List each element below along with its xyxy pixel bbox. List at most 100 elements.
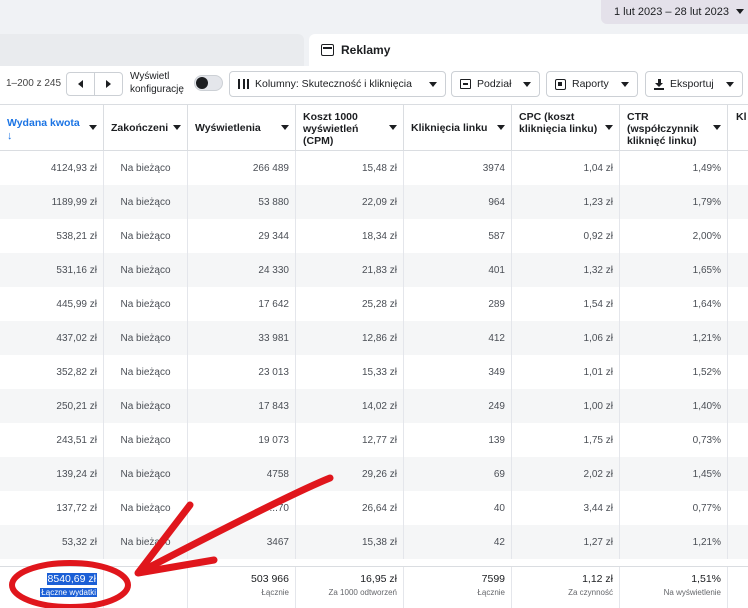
table-row[interactable]: 531,16 zł Na bieżąco 24 330 21,83 zł 401 1,32… [0,253,748,287]
reports-button[interactable]: Raporty [546,71,638,97]
cell-cpm: 15,48 zł [296,151,404,185]
cell-ctr: 1,45% [620,457,728,491]
col-header-cpm[interactable]: Koszt 1000 wyświetleń (CPM) [296,105,404,151]
columns-button-label: Kolumny: Skuteczność i kliknięcia [255,78,412,90]
export-button-label: Eksportuj [670,78,714,90]
col-header-clicks-label: Kliknięcia linku [411,122,488,134]
cell-spend: 4124,93 zł [0,151,104,185]
table-row[interactable]: 1189,99 zł Na bieżąco 53 880 22,09 zł 964 1,2… [0,185,748,219]
config-toggle[interactable] [194,75,223,91]
col-header-ends-label: Zakończeni [111,122,169,134]
cell-ctr: 1,21% [620,321,728,355]
table-row[interactable]: 445,99 zł Na bieżąco 17 642 25,28 zł 289 1,54… [0,287,748,321]
total-spend-value: 8540,69 zł [46,573,97,585]
cell-spend: 538,21 zł [0,219,104,253]
table-row[interactable]: 250,21 zł Na bieżąco 17 843 14,02 zł 249 1,00… [0,389,748,423]
cell-impressions: 23 013 [188,355,296,389]
table-row[interactable]: 137,72 zł Na bieżąco ...70 26,64 zł 40 3,44 z… [0,491,748,525]
cell-cpc: 1,23 zł [512,185,620,219]
total-impressions-value: 503 966 [251,573,289,585]
config-toggle-label: Wyświetl konfigurację [130,71,184,95]
download-icon [654,78,664,90]
chevron-left-icon [78,80,83,88]
cell-spend: 53,32 zł [0,525,104,559]
col-header-ctr[interactable]: CTR (współczynnik kliknięć linku) [620,105,728,151]
table-row[interactable]: 538,21 zł Na bieżąco 29 344 18,34 zł 587 0,92… [0,219,748,253]
table-row[interactable]: 53,32 zł Na bieżąco 3467 15,38 zł 42 1,27 zł 1… [0,525,748,559]
col-header-extra[interactable]: Kl (w [728,105,748,151]
cell-impressions: 266 489 [188,151,296,185]
chevron-down-icon [713,125,721,130]
date-range-label: 1 lut 2023 – 28 lut 2023 [614,6,729,18]
cell-clicks: 42 [404,525,512,559]
col-header-spend[interactable]: Wydana kwota ↓ [0,105,104,151]
chevron-down-icon [605,125,613,130]
table-row[interactable]: 352,82 zł Na bieżąco 23 013 15,33 zł 349 1,01… [0,355,748,389]
total-cpm: 16,95 zł Za 1000 odtworzeń [296,567,404,608]
cell-clicks: 3974 [404,151,512,185]
toggle-knob [196,77,208,89]
chevron-down-icon [389,125,397,130]
total-cpc-value: 1,12 zł [582,573,613,585]
table-row[interactable]: 243,51 zł Na bieżąco 19 073 12,77 zł 139 1,75… [0,423,748,457]
cell-status: Na bieżąco [104,321,188,355]
col-header-cpc-label: CPC (koszt kliknięcia linku) [519,111,598,135]
breakdown-icon [460,79,471,89]
cell-spend: 139,24 zł [0,457,104,491]
cell-status: Na bieżąco [104,253,188,287]
export-button[interactable]: Eksportuj [645,71,743,97]
sort-descending-icon: ↓ [7,130,13,142]
cell-spend: 352,82 zł [0,355,104,389]
cell-ctr: 0,77% [620,491,728,525]
cell-status: Na bieżąco [104,185,188,219]
table-row[interactable]: 4124,93 zł Na bieżąco 266 489 15,48 zł 3974 1… [0,151,748,185]
total-impressions-label: Łącznie [261,588,289,597]
cell-spend: 250,21 zł [0,389,104,423]
chevron-right-icon [106,80,111,88]
cell-status: Na bieżąco [104,423,188,457]
prev-page-button[interactable] [67,73,94,95]
col-header-cpc[interactable]: CPC (koszt kliknięcia linku) [512,105,620,151]
cell-clicks: 349 [404,355,512,389]
cell-clicks: 249 [404,389,512,423]
total-ends [104,567,188,608]
date-range-picker[interactable]: 1 lut 2023 – 28 lut 2023 [601,0,748,24]
cell-cpm: 15,33 zł [296,355,404,389]
cell-impressions: 17 843 [188,389,296,423]
total-cpm-value: 16,95 zł [360,573,397,585]
chevron-down-icon [173,125,181,130]
col-header-spend-label: Wydana kwota [7,117,80,129]
next-page-button[interactable] [94,73,122,95]
table-row[interactable]: 437,02 zł Na bieżąco 33 981 12,86 zł 412 1,06… [0,321,748,355]
total-spend-label: Łączne wydatki [40,588,97,597]
total-ctr-value: 1,51% [691,573,721,585]
table-row[interactable]: 139,24 zł Na bieżąco 4758 29,26 zł 69 2,02 zł… [0,457,748,491]
col-header-extra-label: Kl (w [736,111,748,123]
tab-previous[interactable] [0,34,304,66]
tab-ads[interactable]: Reklamy [309,34,748,66]
cell-status: Na bieżąco [104,355,188,389]
chevron-down-icon [429,82,437,87]
col-header-impressions[interactable]: Wyświetlenia [188,105,296,151]
totals-row: 8540,69 zł Łączne wydatki 503 966 Łączni… [0,566,748,608]
breakdown-button[interactable]: Podział [451,71,540,97]
col-header-clicks[interactable]: Kliknięcia linku [404,105,512,151]
cell-status: Na bieżąco [104,219,188,253]
cell-status: Na bieżąco [104,525,188,559]
ads-icon [321,44,334,56]
cell-cpm: 21,83 zł [296,253,404,287]
cell-cpm: 14,02 zł [296,389,404,423]
cell-impressions: 33 981 [188,321,296,355]
cell-status: Na bieżąco [104,151,188,185]
reports-icon [555,78,566,90]
cell-clicks: 964 [404,185,512,219]
total-clicks-label: Łącznie [477,588,505,597]
col-header-ends[interactable]: Zakończeni [104,105,188,151]
total-ctr-label: Na wyświetlenie [663,588,721,597]
chevron-down-icon [281,125,289,130]
cell-cpm: 26,64 zł [296,491,404,525]
cell-ctr: 1,65% [620,253,728,287]
columns-button[interactable]: Kolumny: Skuteczność i kliknięcia [229,71,446,97]
cell-clicks: 587 [404,219,512,253]
ads-manager-screen: 1 lut 2023 – 28 lut 2023 Reklamy 1–200 z… [0,0,748,608]
